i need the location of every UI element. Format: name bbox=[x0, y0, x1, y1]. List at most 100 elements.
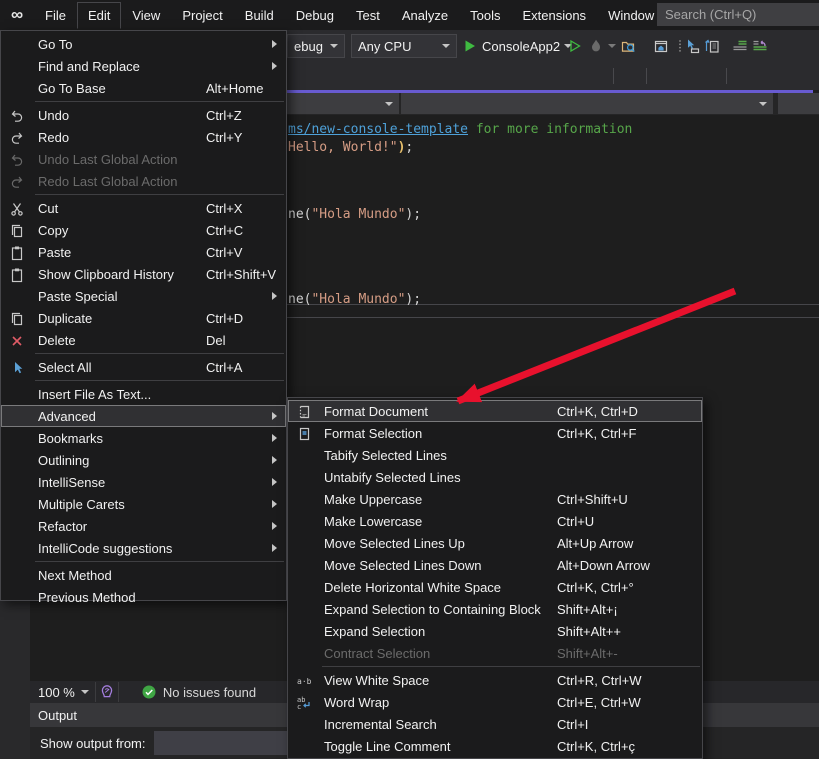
menu-item-label: Move Selected Lines Down bbox=[324, 558, 482, 573]
debug-configuration-dropdown[interactable]: ebug bbox=[287, 34, 345, 58]
menubar-item-project[interactable]: Project bbox=[171, 2, 233, 29]
submenu-arrow-icon bbox=[272, 292, 277, 300]
submenu-arrow-icon bbox=[272, 478, 277, 486]
submenu-item-move-selected-lines-up[interactable]: Move Selected Lines UpAlt+Up Arrow bbox=[288, 532, 702, 554]
menubar-item-window[interactable]: Window bbox=[597, 2, 665, 29]
menu-item-previous-method[interactable]: Previous Method bbox=[1, 586, 286, 608]
submenu-item-expand-selection-to-containing-block[interactable]: Expand Selection to Containing BlockShif… bbox=[288, 598, 702, 620]
menu-item-cut[interactable]: CutCtrl+X bbox=[1, 197, 286, 219]
menu-item-go-to[interactable]: Go To bbox=[1, 33, 286, 55]
navigate-backward-button[interactable] bbox=[684, 34, 700, 58]
type-dropdown[interactable] bbox=[401, 93, 773, 114]
menubar-item-debug[interactable]: Debug bbox=[285, 2, 345, 29]
menu-item-intellicode-suggestions[interactable]: IntelliCode suggestions bbox=[1, 537, 286, 559]
menu-item-multiple-carets[interactable]: Multiple Carets bbox=[1, 493, 286, 515]
submenu-item-contract-selection: Contract SelectionShift+Alt+- bbox=[288, 642, 702, 664]
menubar-item-analyze[interactable]: Analyze bbox=[391, 2, 459, 29]
menu-item-next-method[interactable]: Next Method bbox=[1, 564, 286, 586]
menu-item-delete[interactable]: DeleteDel bbox=[1, 329, 286, 351]
menu-item-select-all[interactable]: Select AllCtrl+A bbox=[1, 356, 286, 378]
find-in-files-button[interactable] bbox=[620, 34, 636, 58]
project-dropdown[interactable] bbox=[287, 93, 399, 114]
submenu-item-expand-selection[interactable]: Expand SelectionShift+Alt++ bbox=[288, 620, 702, 642]
menubar-item-build[interactable]: Build bbox=[234, 2, 285, 29]
platform-dropdown[interactable]: Any CPU bbox=[351, 34, 457, 58]
start-debugging-button[interactable]: ConsoleApp2 bbox=[462, 34, 572, 58]
submenu-item-format-document[interactable]: Format DocumentCtrl+K, Ctrl+D bbox=[288, 400, 702, 422]
menu-item-redo[interactable]: RedoCtrl+Y bbox=[1, 126, 286, 148]
menu-item-paste-special[interactable]: Paste Special bbox=[1, 285, 286, 307]
submenu-item-delete-horizontal-white-space[interactable]: Delete Horizontal White SpaceCtrl+K, Ctr… bbox=[288, 576, 702, 598]
menubar-item-test[interactable]: Test bbox=[345, 2, 391, 29]
show-output-from-label: Show output from: bbox=[40, 736, 146, 751]
cut-icon bbox=[9, 201, 25, 217]
submenu-arrow-icon bbox=[272, 40, 277, 48]
menubar-item-file[interactable]: File bbox=[34, 2, 77, 29]
submenu-item-untabify-selected-lines[interactable]: Untabify Selected Lines bbox=[288, 466, 702, 488]
menu-item-undo-last-global-action: Undo Last Global Action bbox=[1, 148, 286, 170]
menu-item-find-and-replace[interactable]: Find and Replace bbox=[1, 55, 286, 77]
submenu-arrow-icon bbox=[272, 62, 277, 70]
menu-item-label: Format Document bbox=[324, 404, 428, 419]
code-line[interactable]: ne("Hola Mundo"); bbox=[288, 207, 421, 222]
menu-separator bbox=[35, 380, 284, 381]
zoom-level-dropdown[interactable]: 100 % bbox=[38, 685, 89, 700]
menu-item-go-to-base[interactable]: Go To BaseAlt+Home bbox=[1, 77, 286, 99]
menu-item-shortcut: Ctrl+D bbox=[206, 311, 243, 326]
search-input[interactable] bbox=[657, 3, 819, 26]
submenu-item-format-selection[interactable]: Format SelectionCtrl+K, Ctrl+F bbox=[288, 422, 702, 444]
submenu-item-make-uppercase[interactable]: Make UppercaseCtrl+Shift+U bbox=[288, 488, 702, 510]
menu-item-advanced[interactable]: Advanced bbox=[1, 405, 286, 427]
submenu-item-make-lowercase[interactable]: Make LowercaseCtrl+U bbox=[288, 510, 702, 532]
submenu-item-toggle-line-comment[interactable]: Toggle Line CommentCtrl+K, Ctrl+ç bbox=[288, 735, 702, 757]
editor-splitter-line[interactable] bbox=[287, 317, 819, 318]
format-selection-icon bbox=[296, 426, 312, 442]
menu-item-insert-file-as-text[interactable]: Insert File As Text... bbox=[1, 383, 286, 405]
menu-item-shortcut: Ctrl+X bbox=[206, 201, 242, 216]
menu-item-copy[interactable]: CopyCtrl+C bbox=[1, 219, 286, 241]
menu-item-label: Outlining bbox=[38, 453, 89, 468]
menu-item-label: Make Lowercase bbox=[324, 514, 422, 529]
code-line[interactable]: ne("Hola Mundo"); bbox=[288, 292, 421, 307]
submenu-item-move-selected-lines-down[interactable]: Move Selected Lines DownAlt+Down Arrow bbox=[288, 554, 702, 576]
menubar-item-extensions[interactable]: Extensions bbox=[511, 2, 597, 29]
hot-reload-button[interactable] bbox=[588, 34, 616, 58]
submenu-item-incremental-search[interactable]: Incremental SearchCtrl+I bbox=[288, 713, 702, 735]
menu-item-duplicate[interactable]: DuplicateCtrl+D bbox=[1, 307, 286, 329]
menu-item-outlining[interactable]: Outlining bbox=[1, 449, 286, 471]
menu-item-intellisense[interactable]: IntelliSense bbox=[1, 471, 286, 493]
decrease-indent-button[interactable] bbox=[732, 34, 748, 58]
submenu-item-view-white-space[interactable]: a·bView White SpaceCtrl+R, Ctrl+W bbox=[288, 669, 702, 691]
save-all-button[interactable] bbox=[653, 34, 669, 58]
menubar-item-tools[interactable]: Tools bbox=[459, 2, 511, 29]
submenu-item-tabify-selected-lines[interactable]: Tabify Selected Lines bbox=[288, 444, 702, 466]
increase-indent-button[interactable] bbox=[752, 34, 768, 58]
code-line[interactable]: Hello, World!"); bbox=[288, 140, 413, 155]
undo-icon bbox=[9, 152, 25, 168]
menu-item-bookmarks[interactable]: Bookmarks bbox=[1, 427, 286, 449]
intellicode-button[interactable] bbox=[95, 682, 119, 702]
menu-item-undo[interactable]: UndoCtrl+Z bbox=[1, 104, 286, 126]
copy-lines-button[interactable] bbox=[704, 34, 720, 58]
menu-item-label: Word Wrap bbox=[324, 695, 389, 710]
menubar-item-view[interactable]: View bbox=[121, 2, 171, 29]
menu-item-refactor[interactable]: Refactor bbox=[1, 515, 286, 537]
indent-left-icon bbox=[732, 38, 748, 54]
start-without-debugging-button[interactable] bbox=[567, 34, 583, 58]
menu-item-paste[interactable]: PasteCtrl+V bbox=[1, 241, 286, 263]
editor-navigation-bar bbox=[287, 93, 819, 115]
select-all-icon bbox=[9, 360, 25, 376]
menu-item-shortcut: Ctrl+K, Ctrl+° bbox=[557, 580, 634, 595]
zoom-level-value: 100 % bbox=[38, 685, 75, 700]
menu-item-label: Contract Selection bbox=[324, 646, 430, 661]
code-token: ); bbox=[405, 207, 421, 222]
menu-item-shortcut: Ctrl+K, Ctrl+ç bbox=[557, 739, 635, 754]
code-health-indicator[interactable]: No issues found bbox=[141, 684, 256, 700]
code-line[interactable]: ms/new-console-template for more informa… bbox=[288, 122, 632, 137]
submenu-item-word-wrap[interactable]: abcWord WrapCtrl+E, Ctrl+W bbox=[288, 691, 702, 713]
member-dropdown[interactable] bbox=[778, 93, 819, 114]
menu-item-label: Delete bbox=[38, 333, 76, 348]
menu-item-show-clipboard-history[interactable]: Show Clipboard HistoryCtrl+Shift+V bbox=[1, 263, 286, 285]
submenu-arrow-icon bbox=[272, 500, 277, 508]
menubar-item-edit[interactable]: Edit bbox=[77, 2, 121, 29]
